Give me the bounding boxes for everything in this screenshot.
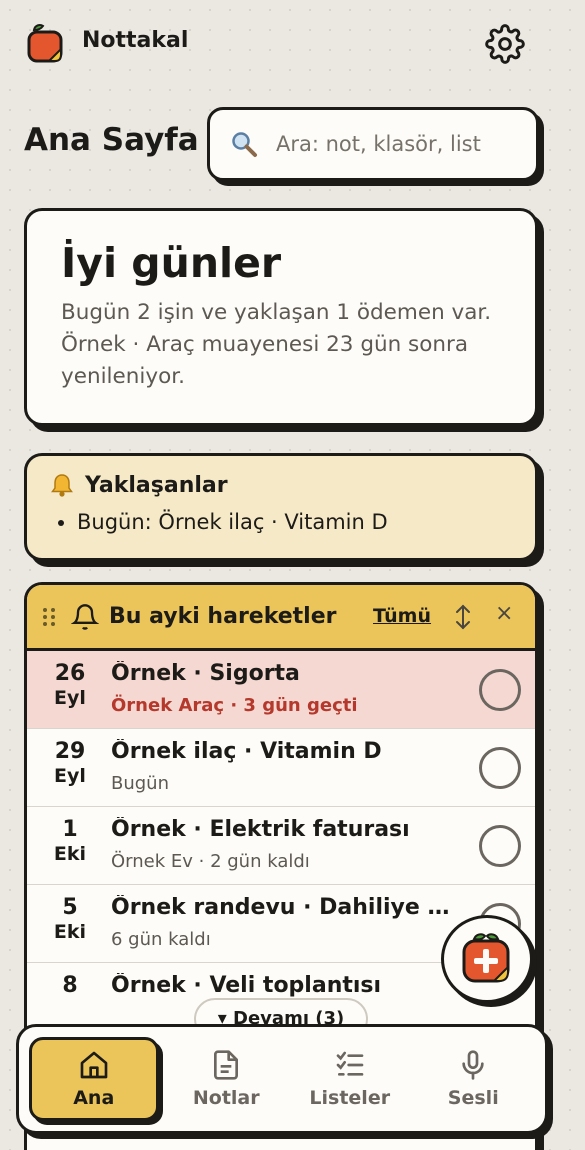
row-title: Örnek · Sigorta: [111, 661, 300, 686]
row-date: 8: [27, 973, 113, 999]
gear-icon[interactable]: [485, 24, 525, 64]
month-activity-header: Bu ayki hareketler Tümü ×: [27, 585, 535, 651]
row-subtitle: Bugün: [111, 773, 169, 794]
row-month: Eyl: [54, 765, 86, 787]
month-activity-title: Bu ayki hareketler: [109, 604, 337, 629]
add-note-icon: [462, 933, 510, 983]
complete-checkbox[interactable]: [479, 669, 521, 711]
drag-handle-icon[interactable]: [41, 606, 57, 628]
upcoming-card[interactable]: Yaklaşanlar Bugün: Örnek ilaç · Vitamin …: [24, 453, 538, 561]
bell-outline-icon: [71, 603, 99, 630]
activity-row[interactable]: 1 Eki Örnek · Elektrik faturası Örnek Ev…: [27, 807, 535, 885]
row-month: Eyl: [54, 687, 86, 709]
complete-checkbox[interactable]: [479, 747, 521, 789]
tomato-note-icon: [27, 24, 63, 63]
row-date: 1 Eki: [27, 817, 113, 865]
checklist-icon: [336, 1051, 364, 1076]
row-subtitle: 6 gün kaldı: [111, 929, 211, 950]
add-note-button[interactable]: [441, 915, 533, 1003]
row-day: 1: [62, 817, 78, 842]
row-day: 5: [62, 895, 78, 920]
activity-row[interactable]: 26 Eyl Örnek · Sigorta Örnek Araç · 3 gü…: [27, 651, 535, 729]
row-date: 29 Eyl: [27, 739, 113, 787]
complete-checkbox[interactable]: [479, 825, 521, 867]
row-title: Örnek ilaç · Vitamin D: [111, 739, 382, 764]
row-title: Örnek · Elektrik faturası: [111, 817, 410, 842]
view-all-link[interactable]: Tümü: [373, 605, 431, 627]
nav-label: Notlar: [192, 1087, 260, 1109]
row-subtitle: Örnek Ev · 2 gün kaldı: [111, 851, 310, 872]
activity-row[interactable]: 29 Eyl Örnek ilaç · Vitamin D Bugün: [27, 729, 535, 807]
nav-label: Listeler: [309, 1087, 391, 1109]
microphone-icon: [462, 1050, 484, 1080]
home-icon: [80, 1051, 108, 1079]
nav-label: Sesli: [447, 1087, 499, 1109]
note-icon: [214, 1050, 239, 1080]
row-date: 26 Eyl: [27, 661, 113, 709]
bottom-nav: Ana Notlar Listeler Sesli: [16, 1024, 548, 1134]
greeting-card: İyi günler Bugün 2 işin ve yaklaşan 1 öd…: [24, 208, 538, 426]
upcoming-item[interactable]: Bugün: Örnek ilaç · Vitamin D: [77, 510, 513, 534]
nav-label: Ana: [73, 1087, 115, 1109]
row-title: Örnek · Veli toplantısı: [111, 973, 382, 998]
bell-icon: [51, 474, 73, 497]
sort-icon[interactable]: [451, 603, 475, 631]
upcoming-list: Bugün: Örnek ilaç · Vitamin D: [49, 510, 513, 534]
nav-item-notes[interactable]: Notlar: [165, 1037, 289, 1121]
greeting-message: Bugün 2 işin ve yaklaşan 1 ödemen var. Ö…: [61, 300, 492, 389]
greeting-title: İyi günler: [61, 239, 282, 287]
search-box[interactable]: [207, 107, 539, 181]
nav-item-home[interactable]: Ana: [29, 1037, 159, 1121]
row-month: Eki: [53, 921, 87, 943]
nav-item-lists[interactable]: Listeler: [288, 1037, 412, 1121]
close-panel-button[interactable]: ×: [495, 601, 513, 626]
upcoming-title: Yaklaşanlar: [85, 472, 228, 498]
row-subtitle: Örnek Araç · 3 gün geçti: [111, 695, 358, 716]
row-title: Örnek randevu · Dahiliye kontrolü: [111, 895, 461, 920]
row-day: 29: [54, 739, 86, 764]
row-day: 26: [54, 661, 86, 686]
nav-item-voice[interactable]: Sesli: [412, 1037, 536, 1121]
search-input[interactable]: [276, 132, 516, 156]
upcoming-header: Yaklaşanlar: [49, 472, 513, 498]
page-title: Ana Sayfa: [24, 122, 199, 158]
top-bar: Nottakal: [0, 0, 585, 90]
search-icon: [232, 132, 257, 157]
app-title: Nottakal: [82, 28, 189, 53]
row-date: 5 Eki: [27, 895, 113, 943]
row-day: 8: [62, 973, 78, 998]
row-month: Eki: [53, 843, 87, 865]
